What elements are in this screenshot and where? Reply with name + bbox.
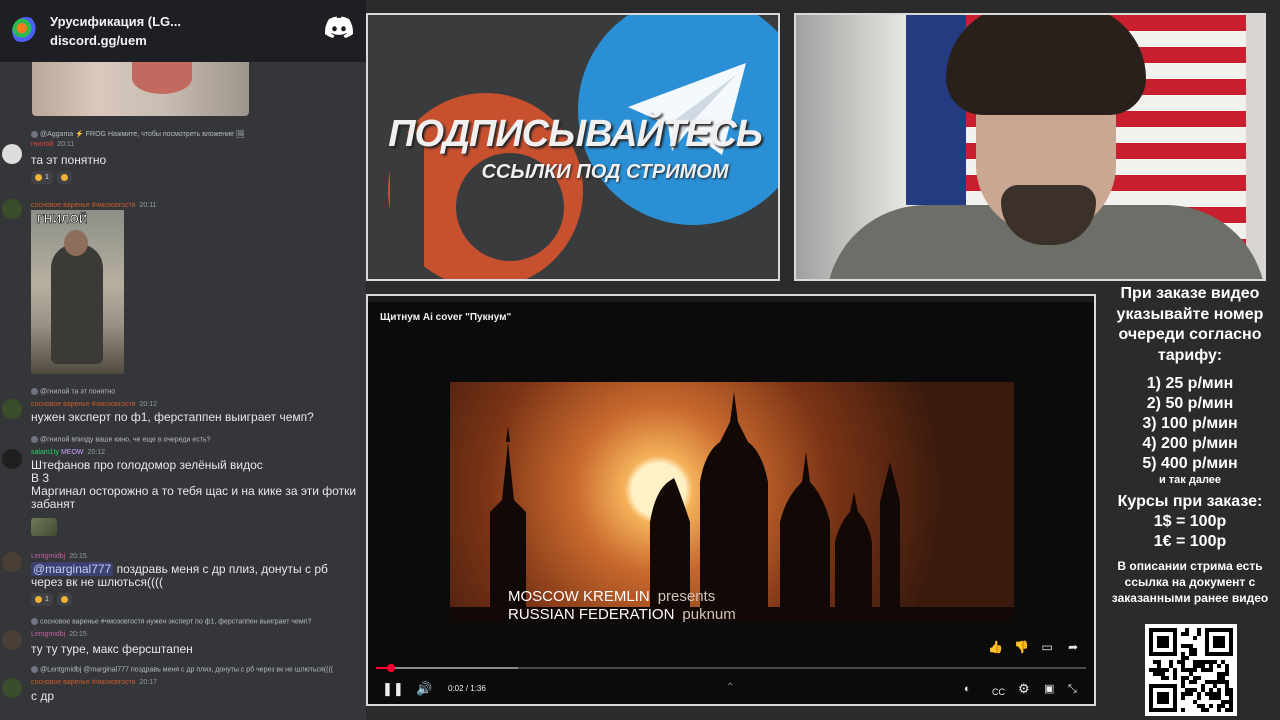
tariff-item: 5) 400 р/мин — [1142, 455, 1238, 472]
chevron-up-icon[interactable]: ⌃ — [726, 682, 734, 693]
reply-preview[interactable]: @гнилой впизду ваше кино, че еще в очере… — [31, 436, 211, 443]
reply-preview[interactable]: @гнилой та эт понятно — [31, 388, 115, 395]
cast-button[interactable]: ▣ — [1044, 681, 1054, 697]
kremlin-silhouette — [450, 392, 1014, 622]
server-header: Урусификация (LG... discord.gg/uem — [0, 0, 366, 62]
course-item: 1€ = 100р — [1153, 533, 1227, 550]
reply-avatar-icon — [31, 436, 38, 443]
reply-avatar-icon — [31, 666, 38, 673]
message-text: ту ту туре, макс ферсштапен — [31, 642, 193, 656]
qr-code[interactable] — [1145, 624, 1237, 716]
timestamp: 20:11 — [57, 141, 75, 148]
avatar[interactable] — [2, 552, 22, 572]
time-display: 0:02 / 1:36 — [448, 684, 486, 693]
add-reaction[interactable] — [56, 593, 72, 606]
username[interactable]: сосновое варенье #чмозовгостя 20:11 — [31, 202, 156, 209]
username[interactable]: Lentgmidbj 20:15 — [31, 553, 87, 560]
tariff-list: 1) 25 р/мин 2) 50 р/мин 3) 100 р/мин 4) … — [1100, 374, 1280, 474]
server-name: Урусификация (LG... — [50, 14, 181, 29]
username[interactable]: salam1ty MEOW 20:12 — [31, 449, 105, 456]
discord-chat-panel: Урусификация (LG... discord.gg/uem @Agga… — [0, 0, 366, 720]
username[interactable]: Lentgmidbj 20:15 — [31, 631, 87, 638]
video-credits: MOSCOW KREMLIN presents RUSSIAN FEDERATIO… — [508, 588, 736, 623]
subscribe-banner: ПОДПИСЫВАЙТЕСЬ ССЫЛКИ ПОД СТРИМОМ — [366, 13, 780, 281]
emoji-icon — [35, 174, 42, 181]
progress-scrubber[interactable] — [386, 664, 395, 672]
banner-title: ПОДПИСЫВАЙТЕСЬ — [388, 113, 763, 155]
emoji-icon — [35, 596, 42, 603]
fullscreen-exit-button[interactable]: ⤡ — [1068, 681, 1077, 697]
reply-preview[interactable]: @Lentgmidbj @marginal777 поздравь меня с… — [31, 666, 333, 673]
share-icon[interactable]: ➦ — [1066, 640, 1080, 654]
message-text: @marginal777 поздравь меня с др плиз, до… — [31, 562, 328, 589]
username[interactable]: сосновое варенье #чмозовгостя 20:17 — [31, 679, 157, 686]
reply-preview[interactable]: сосновое варенье #чмозовгостя нужен эксп… — [31, 618, 311, 625]
timestamp: 20:12 — [87, 449, 106, 456]
tariff-etc: и так далее — [1158, 474, 1222, 486]
reply-avatar-icon — [31, 618, 38, 625]
message-text: нужен эксперт по ф1, ферстаппен выиграет… — [31, 410, 314, 424]
discord-icon — [324, 16, 354, 38]
add-reaction[interactable] — [56, 171, 72, 184]
reply-avatar-icon — [31, 388, 38, 395]
player-controls: ❚❚ 🔊 0:02 / 1:36 ⌃ ◐ CC ⚙ ▣ ⤡ — [368, 676, 1094, 702]
attached-photo[interactable]: ГНИЛОЙ — [31, 210, 124, 374]
webcam-feed — [794, 13, 1266, 281]
avatar[interactable] — [2, 630, 22, 650]
message-list[interactable]: @Aggama ⚡ FROG Нажмите, чтобы посмотреть… — [0, 62, 366, 720]
user-badge: MEOW — [60, 449, 84, 456]
order-info-panel: При заказе видео указывайте номер очеред… — [1100, 282, 1280, 720]
settings-button[interactable]: ⚙ — [1018, 681, 1030, 697]
comment-icon[interactable]: ▭ — [1040, 640, 1054, 654]
timestamp: 20:15 — [69, 631, 87, 638]
attachment-image[interactable] — [32, 62, 249, 116]
tariff-item: 2) 50 р/мин — [1146, 395, 1234, 412]
username[interactable]: гнилой 20:11 — [31, 141, 74, 148]
avatar[interactable] — [2, 399, 22, 419]
sticker-image[interactable] — [31, 518, 57, 536]
timestamp: 20:11 — [139, 202, 157, 209]
photo-caption: ГНИЛОЙ — [37, 212, 88, 227]
message-text: Штефанов про голодомор зелёный видос В 3… — [31, 458, 357, 511]
player-top-bar — [368, 296, 1094, 302]
course-item: 1$ = 100р — [1153, 513, 1227, 530]
server-invite[interactable]: discord.gg/uem — [50, 31, 181, 50]
timestamp: 20:12 — [139, 401, 158, 408]
pause-button[interactable]: ❚❚ — [382, 681, 404, 697]
message-text: та эт понятно — [31, 153, 107, 167]
server-avatar — [12, 17, 40, 45]
qr-code-icon — [1149, 628, 1233, 712]
user-mention[interactable]: @marginal777 — [31, 562, 114, 576]
reply-avatar-icon — [31, 130, 38, 138]
emoji-icon — [60, 596, 68, 603]
avatar[interactable] — [2, 144, 22, 164]
progress-bar[interactable] — [376, 664, 1086, 672]
tariff-item: 3) 100 р/мин — [1142, 415, 1238, 432]
avatar[interactable] — [2, 199, 22, 219]
username[interactable]: сосновое варенье #чмозовгостя 20:12 — [31, 401, 157, 408]
volume-button[interactable]: 🔊 — [416, 681, 432, 697]
timestamp: 20:17 — [139, 679, 158, 686]
tariff-item: 4) 200 р/мин — [1142, 435, 1238, 452]
avatar[interactable] — [2, 678, 22, 698]
reaction[interactable]: 1 — [31, 171, 53, 184]
description-note: В описании стрима есть ссылка на докумен… — [1111, 559, 1269, 605]
emoji-icon — [60, 174, 68, 181]
message-text: с др — [31, 689, 55, 703]
avatar[interactable] — [2, 449, 22, 469]
captions-button[interactable]: CC — [992, 684, 1005, 700]
reaction[interactable]: 1 — [31, 593, 53, 606]
courses-title: Курсы при заказе: — [1117, 493, 1263, 510]
timestamp: 20:15 — [69, 553, 87, 560]
video-player[interactable]: Щитнум Ai cover "Пукнум" MOSCOW KREMLIN p… — [366, 294, 1096, 706]
video-title[interactable]: Щитнум Ai cover "Пукнум" — [380, 312, 511, 323]
order-instructions: При заказе видео указывайте номер очеред… — [1116, 285, 1264, 364]
autoplay-toggle[interactable]: ◐ — [964, 681, 971, 697]
banner-subtitle: ССЫЛКИ ПОД СТРИМОМ — [481, 161, 729, 183]
tariff-item: 1) 25 р/мин — [1146, 375, 1234, 392]
reply-preview[interactable]: @Aggama ⚡ FROG Нажмите, чтобы посмотреть… — [31, 130, 245, 138]
like-icon[interactable]: 👍 — [988, 640, 1003, 654]
dislike-icon[interactable]: 👎 — [1014, 640, 1029, 654]
video-frame[interactable] — [450, 382, 1014, 622]
